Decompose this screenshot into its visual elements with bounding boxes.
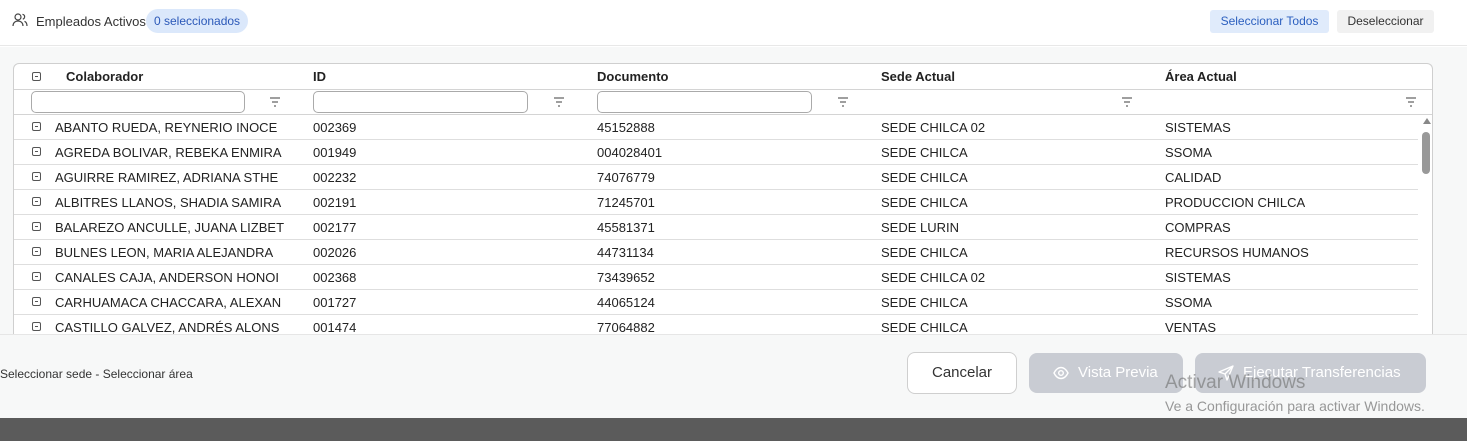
table-row[interactable]: BULNES LEON, MARIA ALEJANDRA 002026 4473…: [14, 240, 1418, 265]
cell-documento: 004028401: [597, 145, 663, 160]
cell-colaborador: AGREDA BOLIVAR, REBEKA ENMIRA: [55, 145, 282, 160]
cell-id: 002177: [313, 220, 357, 235]
cell-documento: 45152888: [597, 120, 655, 135]
employees-grid: Colaborador ID Documento Sede Actual Áre…: [13, 63, 1433, 334]
cell-colaborador: AGUIRRE RAMIREZ, ADRIANA STHE: [55, 170, 279, 185]
column-header-id[interactable]: ID: [313, 69, 326, 84]
preview-button[interactable]: Vista Previa: [1029, 353, 1183, 393]
users-icon: [12, 13, 28, 27]
section-title: Empleados Activos: [36, 14, 146, 29]
vertical-scrollbar[interactable]: [1419, 115, 1432, 334]
column-header-area[interactable]: Área Actual: [1165, 69, 1237, 84]
cell-id: 002232: [313, 170, 357, 185]
cell-area: SISTEMAS: [1165, 120, 1231, 135]
table-row[interactable]: CASTILLO GALVEZ, ANDRÉS ALONS 001474 770…: [14, 315, 1418, 334]
cell-sede: SEDE CHILCA: [881, 145, 968, 160]
column-header-colaborador[interactable]: Colaborador: [66, 69, 143, 84]
cell-sede: SEDE CHILCA: [881, 245, 968, 260]
cell-area: VENTAS: [1165, 320, 1217, 334]
cell-area: SSOMA: [1165, 145, 1212, 160]
cell-documento: 73439652: [597, 270, 655, 285]
select-all-checkbox[interactable]: [32, 72, 41, 81]
cell-area: CALIDAD: [1165, 170, 1222, 185]
scroll-up-arrow-icon[interactable]: [1423, 118, 1431, 124]
cell-id: 001474: [313, 320, 357, 334]
filter-icon[interactable]: [1121, 96, 1133, 108]
cell-sede: SEDE LURIN: [881, 220, 960, 235]
filter-icon[interactable]: [269, 96, 281, 108]
table-row[interactable]: CARHUAMACA CHACCARA, ALEXAN 001727 44065…: [14, 290, 1418, 315]
table-row[interactable]: AGUIRRE RAMIREZ, ADRIANA STHE 002232 740…: [14, 165, 1418, 190]
cell-area: RECURSOS HUMANOS: [1165, 245, 1309, 260]
cell-sede: SEDE CHILCA: [881, 195, 968, 210]
employees-toolbar: Empleados Activos 0 seleccionados Selecc…: [0, 0, 1467, 46]
row-checkbox[interactable]: [32, 172, 41, 181]
cell-documento: 45581371: [597, 220, 655, 235]
deselect-button[interactable]: Deseleccionar: [1337, 10, 1434, 33]
cell-documento: 44731134: [597, 245, 654, 260]
column-header-documento[interactable]: Documento: [597, 69, 669, 84]
cell-documento: 71245701: [597, 195, 655, 210]
cell-area: COMPRAS: [1165, 220, 1231, 235]
table-row[interactable]: AGREDA BOLIVAR, REBEKA ENMIRA 001949 004…: [14, 140, 1418, 165]
windows-activation-title: Activar Windows: [1165, 372, 1306, 393]
selection-summary: Seleccionar sede - Seleccionar área: [0, 367, 193, 381]
row-checkbox[interactable]: [32, 322, 41, 331]
cell-id: 001949: [313, 145, 357, 160]
row-checkbox[interactable]: [32, 122, 41, 131]
cell-sede: SEDE CHILCA: [881, 170, 968, 185]
table-row[interactable]: ALBITRES LLANOS, SHADIA SAMIRA 002191 71…: [14, 190, 1418, 215]
windows-activation-subtitle: Ve a Configuración para activar Windows.: [1165, 398, 1425, 414]
cancel-button[interactable]: Cancelar: [907, 352, 1017, 394]
cell-colaborador: BALAREZO ANCULLE, JUANA LIZBET: [55, 220, 285, 235]
cell-documento: 77064882: [597, 320, 655, 334]
cell-documento: 74076779: [597, 170, 655, 185]
select-all-button[interactable]: Seleccionar Todos: [1210, 10, 1329, 33]
cell-area: PRODUCCION CHILCA: [1165, 195, 1306, 210]
documento-filter-input[interactable]: [597, 91, 812, 113]
column-header-sede[interactable]: Sede Actual: [881, 69, 955, 84]
filter-icon[interactable]: [837, 96, 849, 108]
id-filter-input[interactable]: [313, 91, 528, 113]
preview-button-label: Vista Previa: [1078, 364, 1158, 381]
cell-area: SSOMA: [1165, 295, 1212, 310]
cell-colaborador: ALBITRES LLANOS, SHADIA SAMIRA: [55, 195, 282, 210]
eye-icon: [1053, 366, 1069, 380]
cell-sede: SEDE CHILCA: [881, 320, 968, 334]
cell-area: SISTEMAS: [1165, 270, 1231, 285]
cell-id: 002026: [313, 245, 357, 260]
cell-id: 002369: [313, 120, 357, 135]
filter-icon[interactable]: [553, 96, 565, 108]
cell-colaborador: CARHUAMACA CHACCARA, ALEXAN: [55, 295, 282, 310]
grid-header: Colaborador ID Documento Sede Actual Áre…: [14, 64, 1432, 90]
scrollbar-thumb[interactable]: [1422, 132, 1430, 174]
cell-colaborador: CASTILLO GALVEZ, ANDRÉS ALONS: [55, 320, 280, 334]
colaborador-filter-input[interactable]: [31, 91, 245, 113]
row-checkbox[interactable]: [32, 147, 41, 156]
table-row[interactable]: ABANTO RUEDA, REYNERIO INOCE 002369 4515…: [14, 115, 1418, 140]
table-row[interactable]: CANALES CAJA, ANDERSON HONOI 002368 7343…: [14, 265, 1418, 290]
cell-sede: SEDE CHILCA 02: [881, 270, 986, 285]
cell-colaborador: CANALES CAJA, ANDERSON HONOI: [55, 270, 279, 285]
row-checkbox[interactable]: [32, 247, 41, 256]
filter-row: [14, 90, 1432, 115]
cell-id: 001727: [313, 295, 357, 310]
transfer-dialog: Empleados Activos 0 seleccionados Selecc…: [0, 0, 1467, 418]
cell-colaborador: BULNES LEON, MARIA ALEJANDRA: [55, 245, 274, 260]
table-row[interactable]: BALAREZO ANCULLE, JUANA LIZBET 002177 45…: [14, 215, 1418, 240]
cell-documento: 44065124: [597, 295, 655, 310]
cell-sede: SEDE CHILCA: [881, 295, 968, 310]
selected-count-badge: 0 seleccionados: [146, 9, 249, 33]
cell-colaborador: ABANTO RUEDA, REYNERIO INOCE: [55, 120, 278, 135]
row-checkbox[interactable]: [32, 272, 41, 281]
row-checkbox[interactable]: [32, 297, 41, 306]
row-checkbox[interactable]: [32, 197, 41, 206]
row-checkbox[interactable]: [32, 222, 41, 231]
cell-id: 002191: [313, 195, 357, 210]
filter-icon[interactable]: [1405, 96, 1417, 108]
cell-sede: SEDE CHILCA 02: [881, 120, 986, 135]
cell-id: 002368: [313, 270, 357, 285]
